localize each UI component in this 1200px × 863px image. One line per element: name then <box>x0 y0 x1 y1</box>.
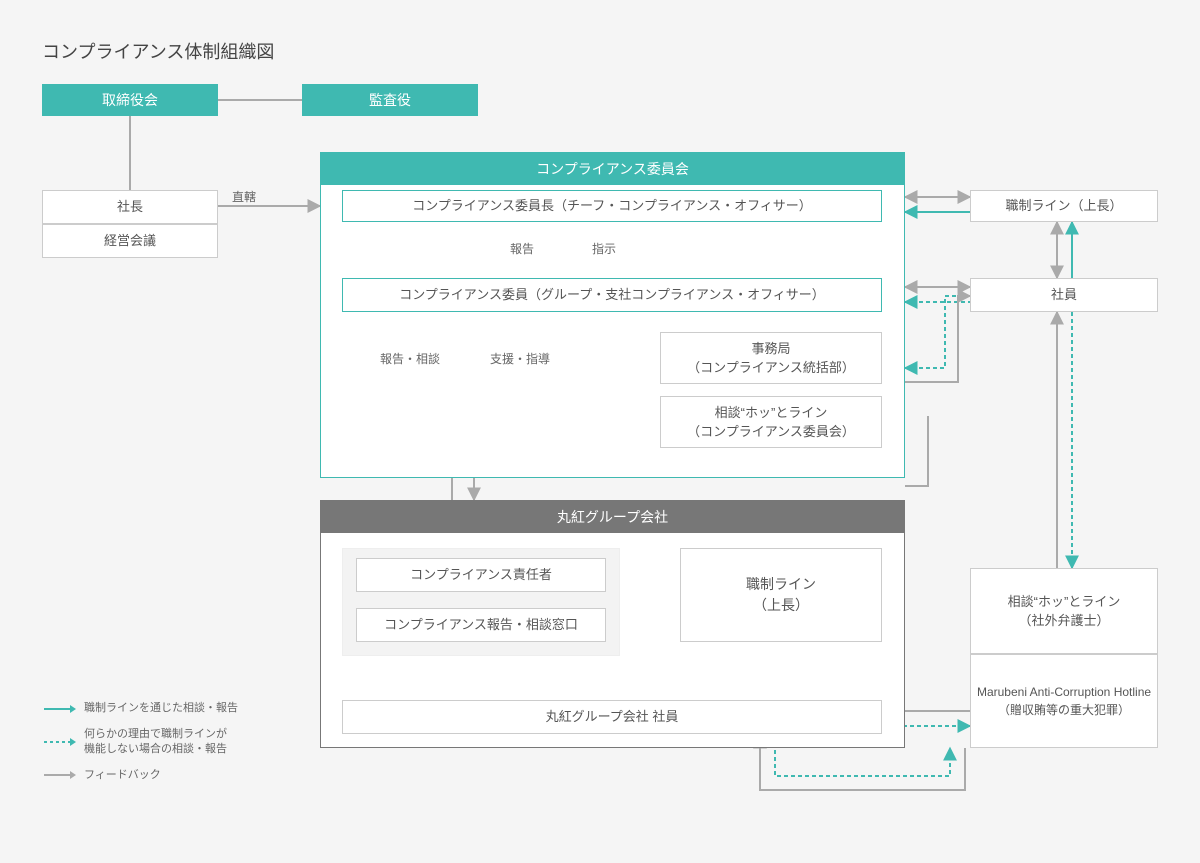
legend-row-dashed: 何らかの理由で職制ラインが 機能しない場合の相談・報告 <box>42 727 238 758</box>
header-compliance-committee: コンプライアンス委員会 <box>321 153 904 185</box>
label-report: 報告 <box>510 240 534 257</box>
box-president: 社長 <box>42 190 218 224</box>
box-auditor: 監査役 <box>302 84 478 116</box>
legend-text-feedback: フィードバック <box>84 768 161 783</box>
label-support: 支援・指導 <box>490 350 550 367</box>
box-board-of-directors: 取締役会 <box>42 84 218 116</box>
box-superior-line: 職制ライン（上長） <box>970 190 1158 222</box>
legend-arrow-dashed-icon <box>42 735 76 749</box>
box-committee-member: コンプライアンス委員（グループ・支社コンプライアンス・オフィサー） <box>342 278 882 312</box>
legend-text-solid: 職制ラインを通じた相談・報告 <box>84 701 238 716</box>
legend-row-feedback: フィードバック <box>42 768 238 783</box>
box-hotline-external: 相談“ホッ”とライン （社外弁護士） <box>970 568 1158 654</box>
box-group-superior-line: 職制ライン （上長） <box>680 548 882 642</box>
legend-row-solid: 職制ラインを通じた相談・報告 <box>42 701 238 716</box>
box-hotline-internal: 相談“ホッ”とライン （コンプライアンス委員会） <box>660 396 882 448</box>
label-report-consult: 報告・相談 <box>380 350 440 367</box>
box-secretariat: 事務局 （コンプライアンス統括部） <box>660 332 882 384</box>
label-instruct: 指示 <box>592 240 616 257</box>
box-employee: 社員 <box>970 278 1158 312</box>
box-reporting-desk: コンプライアンス報告・相談窓口 <box>356 608 606 642</box>
label-direct: 直轄 <box>232 188 256 205</box>
legend-arrow-solid-icon <box>42 702 76 716</box>
box-anticorruption-hotline: Marubeni Anti-Corruption Hotline （贈収賄等の重… <box>970 654 1158 748</box>
legend-arrow-feedback-icon <box>42 768 76 782</box>
box-compliance-officer: コンプライアンス責任者 <box>356 558 606 592</box>
box-group-employee: 丸紅グループ会社 社員 <box>342 700 882 734</box>
page-title: コンプライアンス体制組織図 <box>42 38 274 64</box>
box-mgmt-meeting: 経営会議 <box>42 224 218 258</box>
legend: 職制ラインを通じた相談・報告 何らかの理由で職制ラインが 機能しない場合の相談・… <box>42 701 238 793</box>
legend-text-dashed: 何らかの理由で職制ラインが 機能しない場合の相談・報告 <box>84 727 227 758</box>
header-group-company: 丸紅グループ会社 <box>321 501 904 533</box>
box-committee-chair: コンプライアンス委員長（チーフ・コンプライアンス・オフィサー） <box>342 190 882 222</box>
compliance-diagram: コンプライアンス体制組織図 <box>0 0 1200 863</box>
